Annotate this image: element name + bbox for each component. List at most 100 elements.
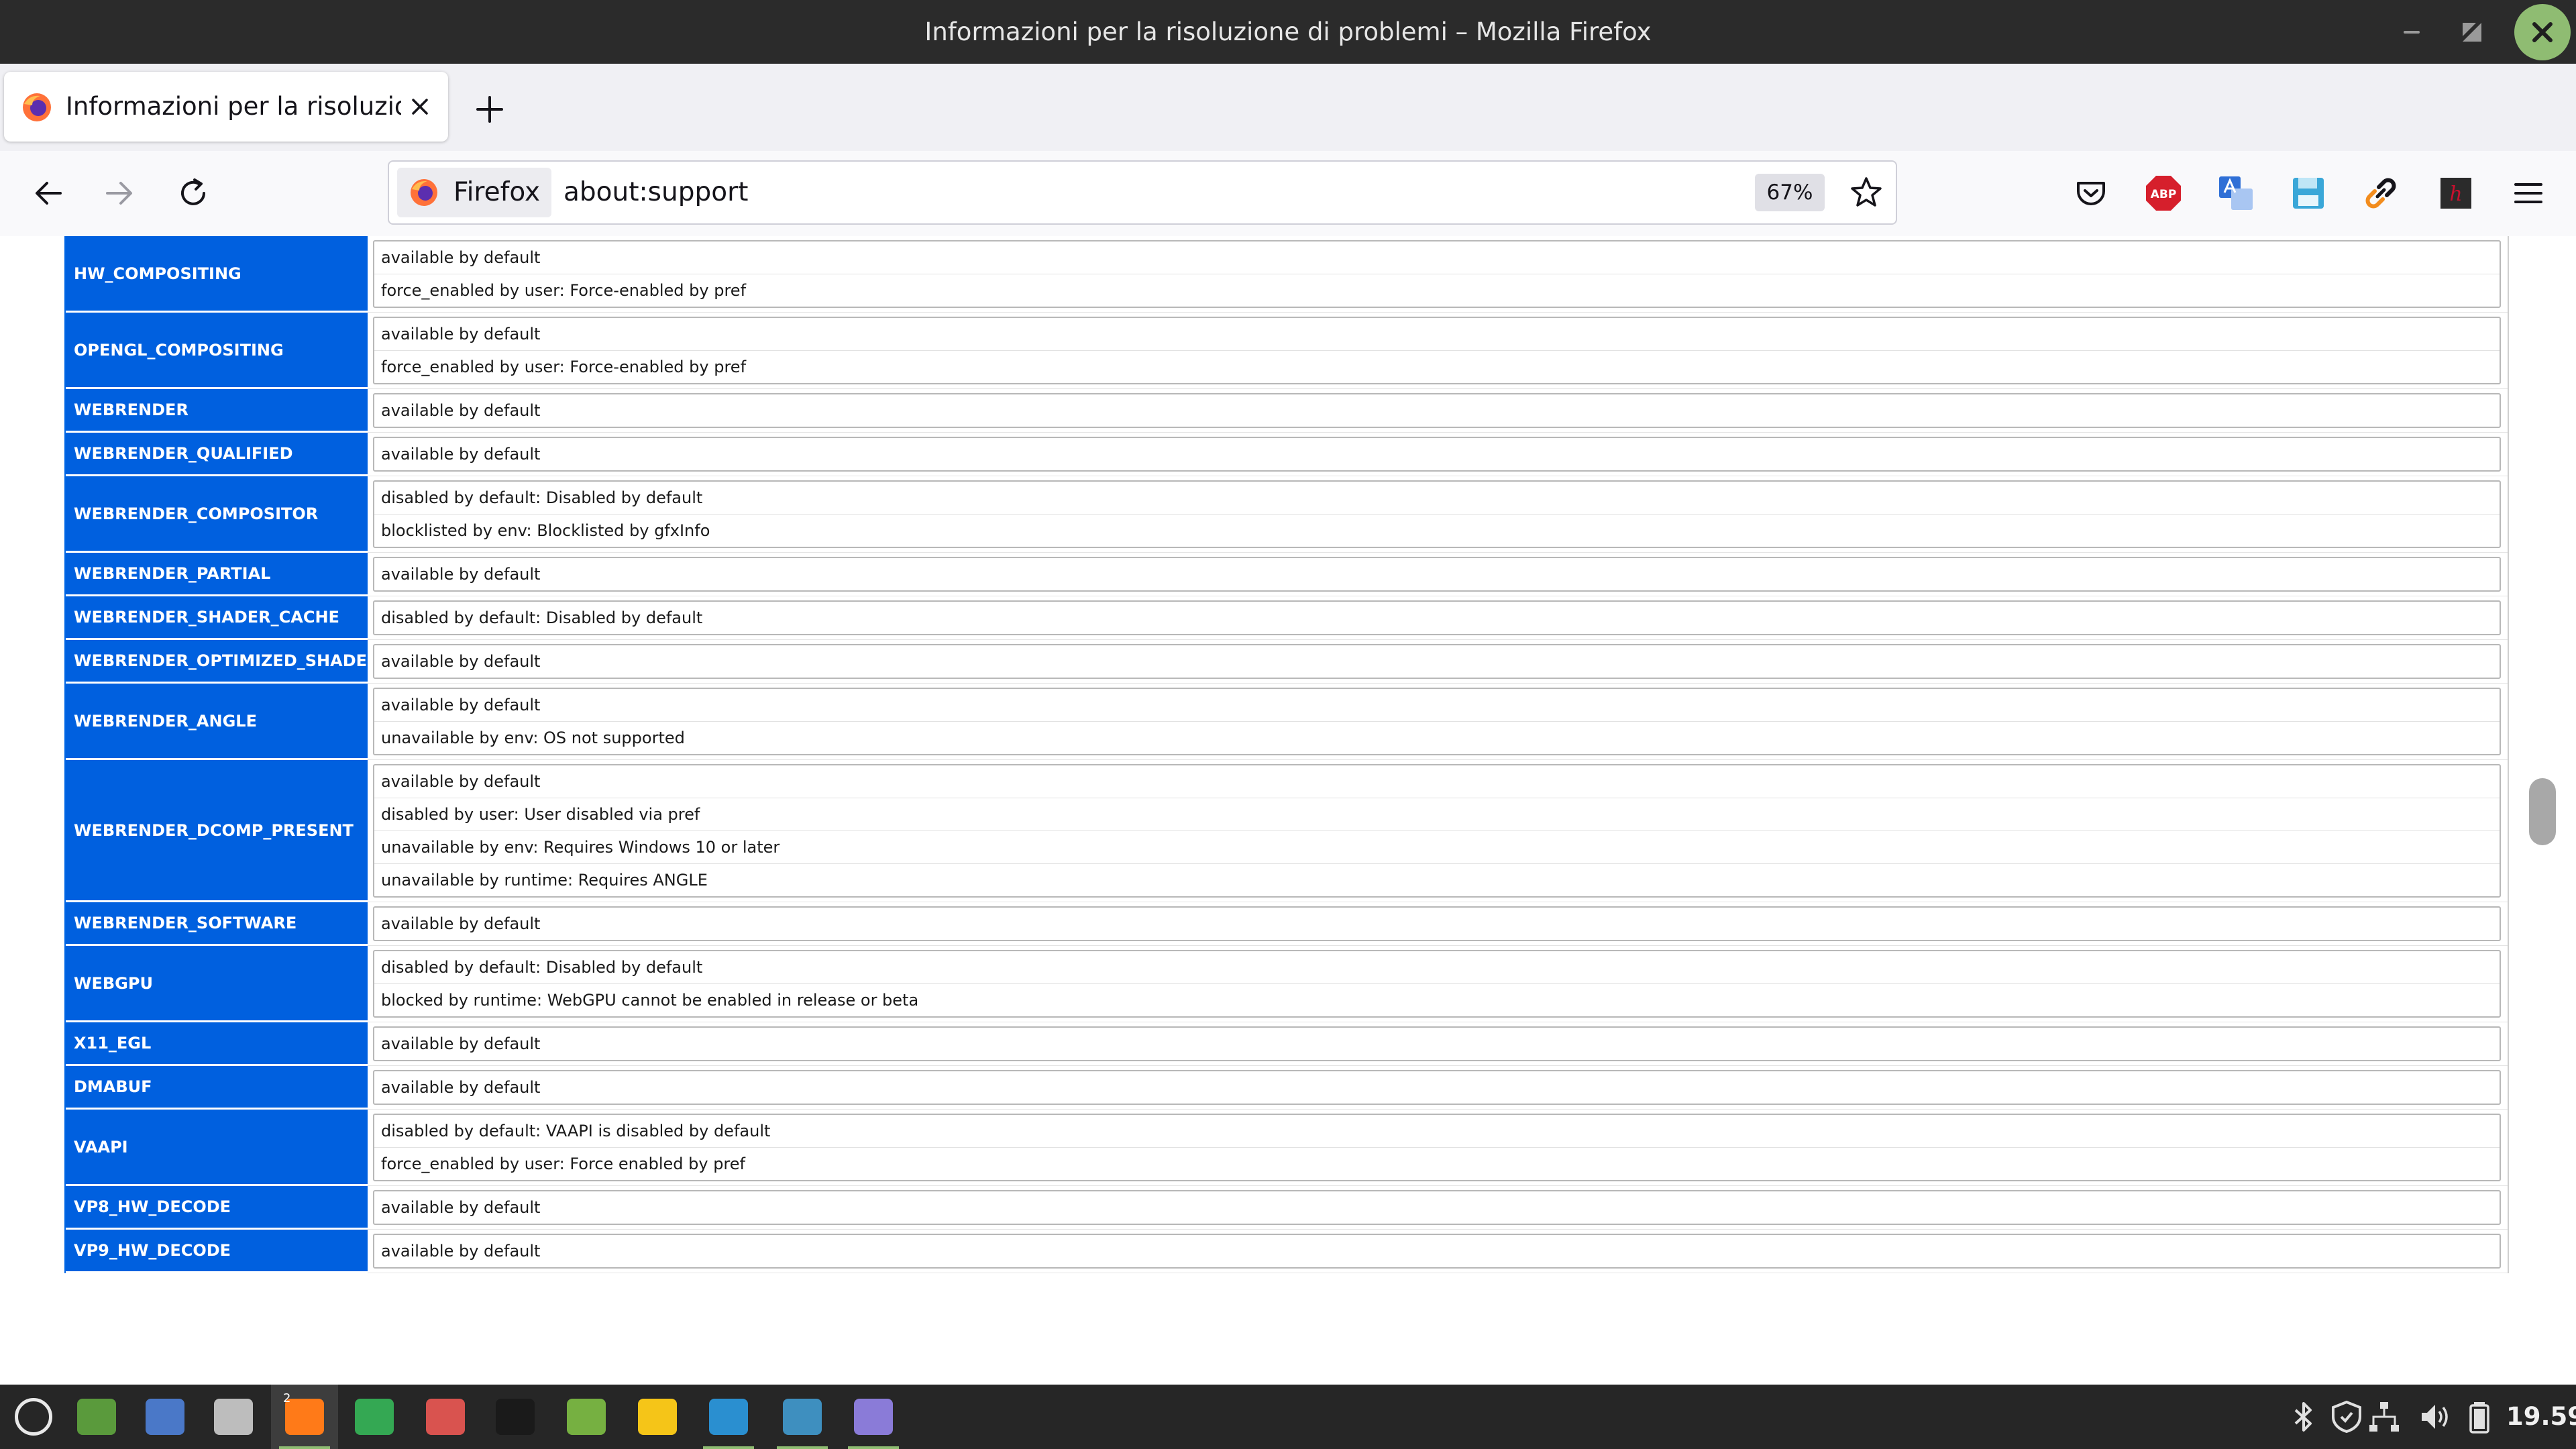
feature-value: available by default <box>381 248 541 267</box>
url-input[interactable]: about:support <box>564 162 748 223</box>
feature-value: force_enabled by user: Force enabled by … <box>374 1147 2500 1180</box>
link-extension-icon[interactable] <box>2361 174 2400 213</box>
close-window-button[interactable] <box>2514 4 2571 60</box>
feature-value: available by default <box>381 565 541 584</box>
close-tab-icon[interactable] <box>405 92 435 121</box>
feature-row: X11_EGL available by default <box>64 1022 2509 1066</box>
feature-value: disabled by default: Disabled by default <box>381 488 703 507</box>
taskbar-launcher[interactable] <box>200 1385 267 1449</box>
feature-value-list: available by default force_enabled by use… <box>373 317 2501 384</box>
feature-value: available by default <box>381 1242 541 1260</box>
translate-icon[interactable] <box>2216 174 2255 213</box>
feature-name: WEBRENDER_ANGLE <box>66 684 368 760</box>
pocket-icon[interactable] <box>2072 174 2110 213</box>
taskbar-launcher[interactable] <box>412 1385 479 1449</box>
ferdium-icon <box>426 1399 465 1435</box>
feature-value-list: available by default <box>373 1070 2501 1105</box>
feature-value-list: disabled by default: VAAPI is disabled b… <box>373 1114 2501 1181</box>
save-page-icon[interactable] <box>2289 174 2328 213</box>
network-icon[interactable] <box>2367 1399 2402 1434</box>
feature-name: VP8_HW_DECODE <box>66 1186 368 1230</box>
page-scrollbar-thumb[interactable] <box>2529 778 2556 845</box>
navigation-toolbar: Firefox about:support 67% ABP h <box>0 151 2576 237</box>
maximize-icon <box>2463 22 2481 42</box>
feature-name: WEBRENDER <box>66 389 368 433</box>
feature-row: VP8_HW_DECODE available by default <box>64 1186 2509 1230</box>
taskbar-launcher[interactable]: 2 <box>271 1385 338 1449</box>
bluetooth-icon[interactable] <box>2286 1399 2321 1434</box>
bookmark-star-icon[interactable] <box>1849 175 1884 210</box>
taskbar-launcher[interactable] <box>624 1385 691 1449</box>
feature-value-list: disabled by default: Disabled by default <box>373 600 2501 635</box>
feature-value-list: available by default force_enabled by use… <box>373 240 2501 308</box>
battery-icon[interactable] <box>2462 1399 2497 1434</box>
notes-icon <box>638 1399 677 1435</box>
taskbar-launcher[interactable] <box>341 1385 408 1449</box>
terminal-icon <box>496 1399 535 1435</box>
new-tab-icon[interactable] <box>471 91 508 128</box>
shield-icon[interactable] <box>2329 1399 2364 1434</box>
feature-name: WEBRENDER_OPTIMIZED_SHADERS <box>66 640 391 684</box>
taskbar-launcher[interactable] <box>840 1385 907 1449</box>
feature-value: disabled by default: Disabled by default <box>381 958 703 977</box>
feature-name: WEBRENDER_PARTIAL <box>66 553 368 596</box>
feature-row: VAAPI disabled by default: VAAPI is disab… <box>64 1110 2509 1186</box>
taskbar-launcher[interactable] <box>695 1385 762 1449</box>
feature-value-list: available by default <box>373 1190 2501 1225</box>
feature-value-list: available by default unavailable by env: … <box>373 688 2501 755</box>
feature-name: VP9_HW_DECODE <box>66 1230 368 1273</box>
feature-value: available by default <box>381 1034 541 1053</box>
window-title: Informazioni per la risoluzione di probl… <box>924 17 1652 46</box>
feature-values: available by default force_enabled by use… <box>368 236 2508 313</box>
feature-values: disabled by default: Disabled by default… <box>368 946 2508 1022</box>
feature-value: unavailable by runtime: Requires ANGLE <box>374 863 2500 896</box>
feature-value: available by default <box>381 772 541 791</box>
tab-label: Informazioni per la risoluzione di probl… <box>66 92 401 121</box>
feature-values: available by default <box>368 433 2508 476</box>
identity-label: Firefox <box>453 177 541 207</box>
back-icon[interactable] <box>30 174 67 212</box>
feature-name: WEBGPU <box>66 946 368 1022</box>
page-content: HW_COMPOSITING available by default force_… <box>0 236 2576 1385</box>
taskbar-launcher[interactable] <box>131 1385 199 1449</box>
feature-values: available by default <box>368 1230 2508 1273</box>
minimize-button[interactable] <box>2395 0 2428 64</box>
taskbar: 2 19.59 <box>0 1385 2576 1449</box>
taskbar-launcher[interactable] <box>63 1385 130 1449</box>
identity-box[interactable]: Firefox <box>397 168 551 217</box>
graphics-features-table: HW_COMPOSITING available by default force_… <box>64 236 2509 1273</box>
taskbar-launcher[interactable] <box>769 1385 836 1449</box>
feature-row: VP9_HW_DECODE available by default <box>64 1230 2509 1273</box>
window-count-badge: 2 <box>283 1391 291 1405</box>
url-bar[interactable]: Firefox about:support 67% <box>388 160 1897 225</box>
feature-row: WEBRENDER_SHADER_CACHE disabled by defaul… <box>64 596 2509 640</box>
clock[interactable]: 19.59 <box>2506 1385 2576 1449</box>
feature-values: disabled by default: Disabled by default <box>368 596 2508 640</box>
feature-row: WEBRENDER_OPTIMIZED_SHADERS available by … <box>64 640 2509 684</box>
reload-icon[interactable] <box>174 174 212 212</box>
feature-value: blocklisted by env: Blocklisted by gfxIn… <box>374 514 2500 547</box>
feature-value: available by default <box>381 914 541 933</box>
hypothesis-icon[interactable]: h <box>2436 174 2475 213</box>
forward-icon[interactable] <box>101 174 138 212</box>
taskbar-launcher[interactable] <box>553 1385 620 1449</box>
maximize-button[interactable] <box>2455 0 2489 64</box>
menu-icon[interactable] <box>2509 174 2548 213</box>
volume-icon[interactable] <box>2418 1399 2453 1434</box>
feature-name: WEBRENDER_SHADER_CACHE <box>66 596 368 640</box>
abp-badge-text: ABP <box>2151 188 2177 201</box>
feature-row: WEBRENDER_SOFTWARE available by default <box>64 902 2509 946</box>
close-icon <box>2532 22 2553 42</box>
feature-value-list: available by default <box>373 437 2501 472</box>
feature-values: available by default <box>368 553 2508 596</box>
feature-value: available by default <box>381 325 541 343</box>
taskbar-launcher[interactable] <box>482 1385 549 1449</box>
feature-name: WEBRENDER_DCOMP_PRESENT <box>66 760 368 902</box>
tab-troubleshooting[interactable]: Informazioni per la risoluzione di probl… <box>4 72 448 142</box>
taskbar-launcher[interactable] <box>0 1385 67 1449</box>
zoom-reset-button[interactable]: 67% <box>1755 174 1825 211</box>
mail-icon <box>146 1399 184 1435</box>
feature-row: HW_COMPOSITING available by default force_… <box>64 236 2509 313</box>
adblock-plus-icon[interactable]: ABP <box>2144 174 2183 213</box>
feature-value: force_enabled by user: Force-enabled by … <box>374 274 2500 307</box>
